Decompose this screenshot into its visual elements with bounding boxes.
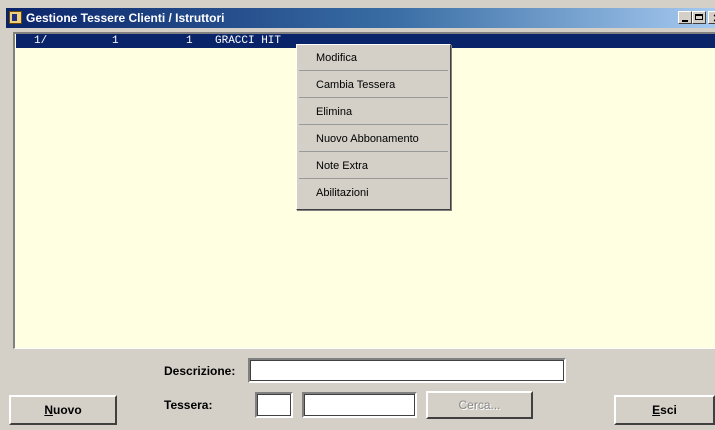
nuovo-accelerator: N [44,403,53,417]
main-window: Gestione Tessere Clienti / Istruttori 1/… [0,0,715,430]
esci-accelerator: E [652,403,661,417]
window-title: Gestione Tessere Clienti / Istruttori [26,11,225,25]
nuovo-button[interactable]: Nuovo [9,395,117,425]
descrizione-label: Descrizione: [164,364,236,378]
menu-item-abilitazioni[interactable]: Abilitazioni [299,180,448,206]
esci-label: sci [660,403,677,417]
list-cell-name: GRACCI HIT [215,35,282,47]
title-bar[interactable]: Gestione Tessere Clienti / Istruttori [6,8,715,28]
app-icon[interactable] [9,11,22,24]
menu-item-note-extra[interactable]: Note Extra [299,153,448,179]
menu-item-elimina[interactable]: Elimina [299,99,448,125]
descrizione-input[interactable] [248,358,566,383]
list-cell-number: 1 [112,35,119,47]
maximize-icon[interactable] [692,11,706,24]
esci-button[interactable]: Esci [614,395,715,425]
close-icon[interactable] [708,11,715,24]
menu-item-cambia-tessera[interactable]: Cambia Tessera [299,72,448,98]
list-cell-card: 1 [186,35,193,47]
tessera-prefix-input[interactable] [255,392,293,418]
minimize-icon[interactable] [678,11,692,24]
tessera-label: Tessera: [164,398,213,412]
menu-item-modifica[interactable]: Modifica [299,45,448,71]
menu-item-nuovo-abbonamento[interactable]: Nuovo Abbonamento [299,126,448,152]
context-menu: Modifica Cambia Tessera Elimina Nuovo Ab… [296,44,451,210]
list-cell-index: 1/ [34,35,48,47]
tessera-number-input[interactable] [302,392,417,418]
cerca-button[interactable]: Cerca... [426,391,533,419]
nuovo-label: uovo [53,403,82,417]
